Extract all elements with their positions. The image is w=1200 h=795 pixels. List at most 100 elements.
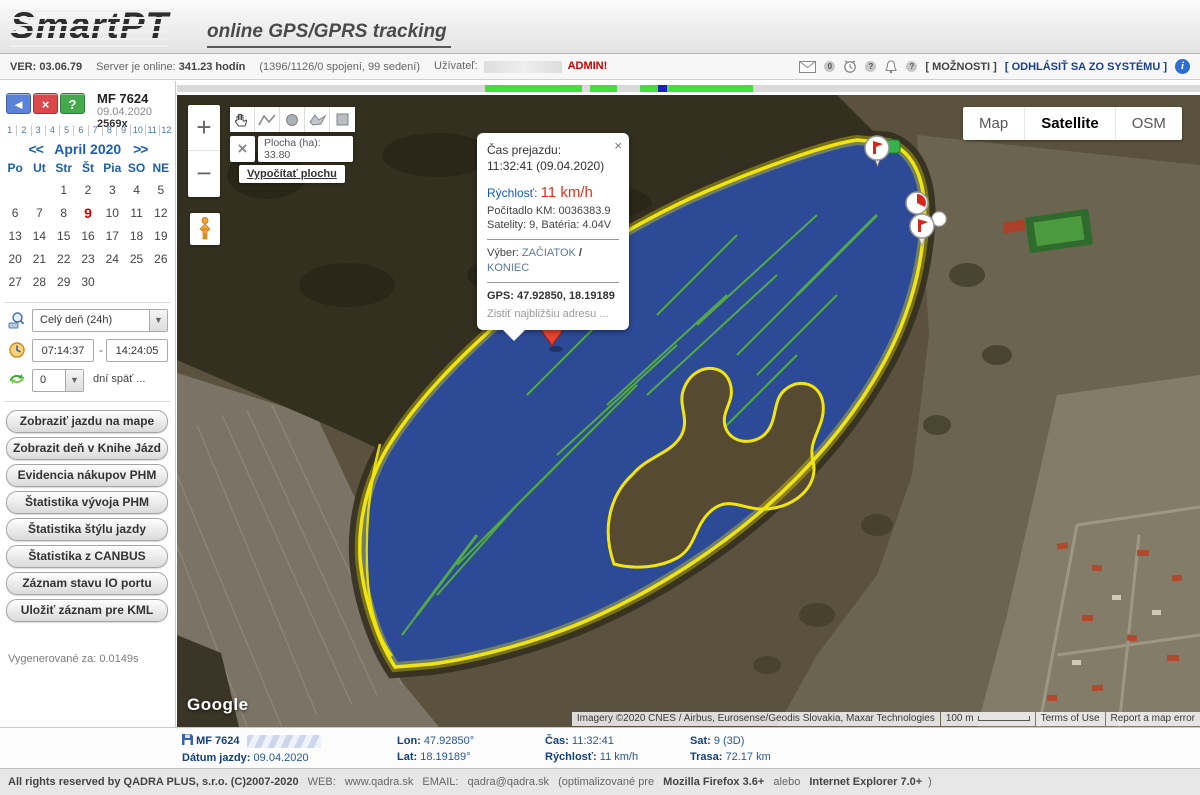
calendar-day[interactable]: 26 (149, 248, 173, 270)
calendar-prev-button[interactable]: << (21, 141, 51, 157)
compute-area-link[interactable]: Vypočítať plochu (247, 168, 337, 180)
month-link[interactable]: 11 (146, 125, 160, 136)
select-end-link[interactable]: KONIEC (487, 262, 529, 274)
calendar-day[interactable]: 10 (100, 202, 124, 224)
calendar-day[interactable]: 6 (3, 202, 27, 224)
calendar-day[interactable]: 1 (52, 179, 76, 201)
options-link[interactable]: [ MOŽNOSTI ] (925, 61, 997, 73)
polyline-tool[interactable] (255, 107, 280, 132)
time-range-select[interactable]: Celý deň (24h)▼ (32, 309, 168, 332)
month-link[interactable]: 7 (89, 125, 103, 136)
calendar-day[interactable] (100, 271, 124, 293)
calendar-day[interactable]: 15 (52, 225, 76, 247)
vehicle-close-button[interactable]: × (33, 93, 58, 114)
email-link[interactable]: qadra@qadra.sk (468, 776, 550, 788)
calendar-day[interactable]: 16 (76, 225, 100, 247)
io-port-log-button[interactable]: Záznam stavu IO portu (6, 572, 168, 595)
calendar-day[interactable]: 13 (3, 225, 27, 247)
alarm-clock-icon[interactable] (843, 60, 857, 74)
calendar-day[interactable]: 11 (124, 202, 148, 224)
web-link[interactable]: www.qadra.sk (345, 776, 413, 788)
app-logo: SmartPT (10, 5, 169, 47)
map-canvas[interactable]: + − × Plocha (ha): (177, 95, 1200, 727)
calendar-day[interactable]: 23 (76, 248, 100, 270)
fuel-purchases-button[interactable]: Evidencia nákupov PHM (6, 464, 168, 487)
layer-satellite-button[interactable]: Satellite (1025, 107, 1116, 140)
calendar-day[interactable]: 4 (124, 179, 148, 201)
calendar-day[interactable]: 29 (52, 271, 76, 293)
calendar-day[interactable]: 20 (3, 248, 27, 270)
calendar-day[interactable]: 8 (52, 202, 76, 224)
time-from-input[interactable] (32, 339, 94, 362)
clock-help-badge[interactable]: ? (865, 61, 876, 72)
vehicle-name: MF 7624 (97, 91, 148, 106)
terms-link[interactable]: Terms of Use (1036, 712, 1105, 726)
clear-area-button[interactable]: × (230, 136, 255, 162)
pegman-icon[interactable] (190, 213, 220, 245)
show-trip-on-map-button[interactable]: Zobraziť jazdu na mape (6, 410, 168, 433)
calendar-day[interactable] (3, 179, 27, 201)
calendar-day[interactable]: 22 (52, 248, 76, 270)
calendar-day[interactable]: 3 (100, 179, 124, 201)
layer-osm-button[interactable]: OSM (1116, 107, 1182, 140)
month-link[interactable]: 6 (74, 125, 88, 136)
month-link[interactable]: 2 (17, 125, 31, 136)
trip-timeline[interactable] (177, 85, 1200, 92)
rectangle-tool[interactable] (330, 107, 355, 132)
vehicle-back-button[interactable]: ◄ (6, 93, 31, 114)
calendar-day[interactable]: 12 (149, 202, 173, 224)
pan-hand-tool[interactable] (230, 107, 255, 132)
save-icon[interactable] (182, 736, 196, 748)
calendar-day[interactable] (27, 179, 51, 201)
calendar-day[interactable] (149, 271, 173, 293)
month-link[interactable]: 3 (32, 125, 46, 136)
month-link[interactable]: 1 (3, 125, 17, 136)
logout-link[interactable]: [ ODHLÁSIŤ SA ZO SYSTÉMU ] (1005, 61, 1167, 73)
calendar-day[interactable] (124, 271, 148, 293)
calendar-day[interactable]: 27 (3, 271, 27, 293)
select-start-link[interactable]: ZAČIATOK (522, 247, 576, 259)
calendar-day[interactable]: 17 (100, 225, 124, 247)
month-link[interactable]: 4 (46, 125, 60, 136)
time-to-input[interactable] (106, 339, 168, 362)
calendar-day[interactable]: 18 (124, 225, 148, 247)
driving-style-stats-button[interactable]: Štatistika štýlu jazdy (6, 518, 168, 541)
save-kml-button[interactable]: Uložiť záznam pre KML (6, 599, 168, 622)
close-icon[interactable]: × (614, 137, 622, 155)
zoom-out-button[interactable]: − (188, 151, 220, 196)
polygon-tool[interactable] (305, 107, 330, 132)
calendar-day-selected[interactable]: 9 (76, 202, 100, 224)
calendar-day[interactable]: 14 (27, 225, 51, 247)
calendar-day[interactable]: 24 (100, 248, 124, 270)
zoom-in-button[interactable]: + (188, 105, 220, 150)
calendar-day[interactable]: 30 (76, 271, 100, 293)
month-link[interactable]: 5 (60, 125, 74, 136)
calendar-week: 20212223242526 (3, 248, 173, 270)
calendar-day[interactable]: 19 (149, 225, 173, 247)
timeline-cursor[interactable] (658, 85, 667, 92)
month-link[interactable]: 9 (117, 125, 131, 136)
month-link[interactable]: 10 (131, 125, 145, 136)
report-error-link[interactable]: Report a map error (1106, 712, 1200, 726)
month-link[interactable]: 12 (160, 125, 173, 136)
layer-map-button[interactable]: Map (963, 107, 1025, 140)
bell-help-badge[interactable]: ? (906, 61, 917, 72)
calendar-day[interactable]: 28 (27, 271, 51, 293)
calendar-day[interactable]: 21 (27, 248, 51, 270)
bell-icon[interactable] (884, 60, 898, 74)
calendar-day[interactable]: 7 (27, 202, 51, 224)
canbus-stats-button[interactable]: Štatistika z CANBUS (6, 545, 168, 568)
calendar-day[interactable]: 5 (149, 179, 173, 201)
month-link[interactable]: 8 (103, 125, 117, 136)
fuel-stats-button[interactable]: Štatistika vývoja PHM (6, 491, 168, 514)
info-icon[interactable]: i (1175, 59, 1190, 74)
circle-tool[interactable] (280, 107, 305, 132)
vehicle-help-button[interactable]: ? (60, 93, 85, 114)
show-day-logbook-button[interactable]: Zobrazit deň v Knihe Jázd (6, 437, 168, 460)
days-back-select[interactable]: 0▼ (32, 369, 84, 392)
mail-icon[interactable] (799, 61, 816, 73)
calendar-day[interactable]: 2 (76, 179, 100, 201)
calendar-day[interactable]: 25 (124, 248, 148, 270)
nearest-address-link[interactable]: Zistiť najbližšiu adresu ... (487, 307, 619, 322)
calendar-next-button[interactable]: >> (125, 141, 155, 157)
